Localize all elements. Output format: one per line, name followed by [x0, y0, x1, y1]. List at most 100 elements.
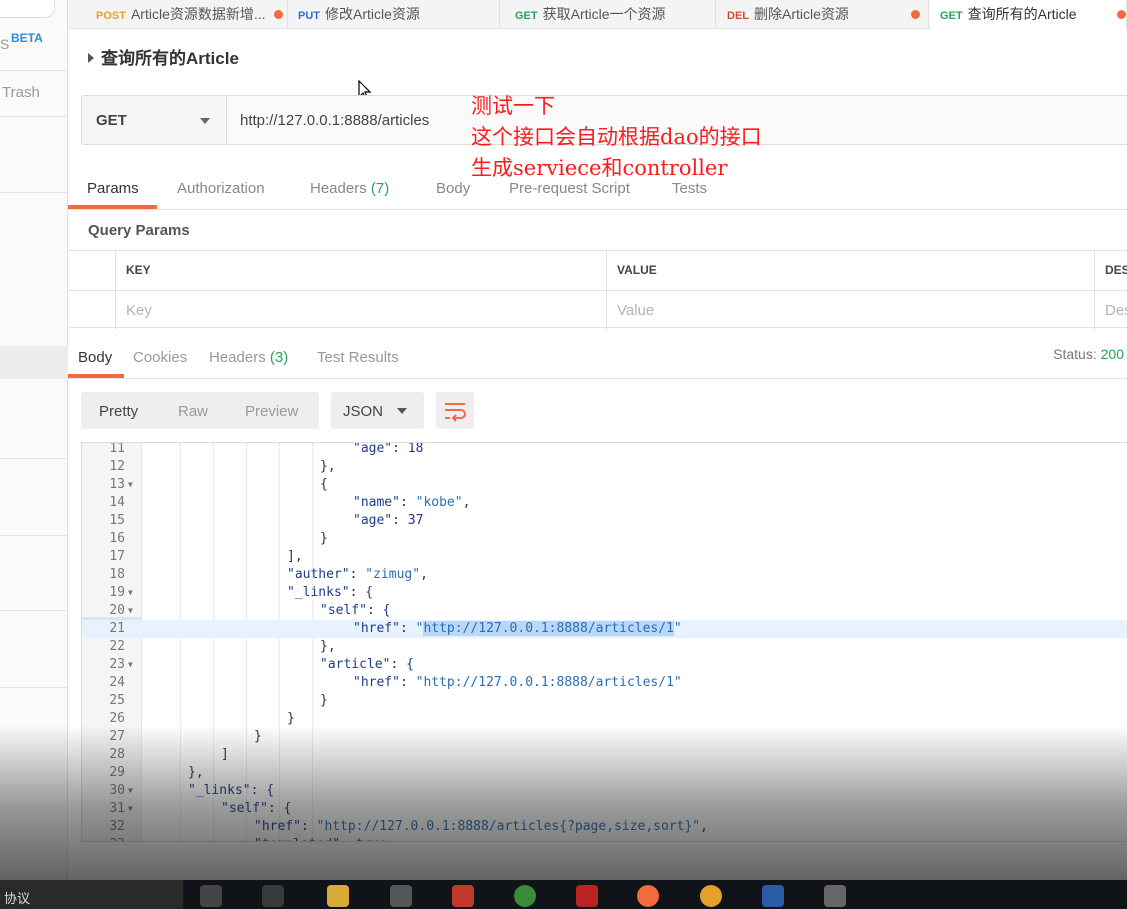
code-line: 26}	[82, 710, 1127, 728]
tab-tests[interactable]: Tests	[672, 180, 707, 197]
taskbar-app-icon[interactable]	[452, 885, 474, 907]
line-number: 12	[109, 459, 125, 474]
code-text: "age": 18	[353, 442, 424, 456]
wrap-lines-icon	[445, 403, 466, 422]
view-pretty-button[interactable]: Pretty	[99, 403, 138, 420]
view-preview-button[interactable]: Preview	[245, 403, 298, 420]
code-text: "article": {	[320, 657, 414, 672]
method-select[interactable]: GET	[81, 95, 227, 145]
code-line: 22},	[82, 638, 1127, 656]
fold-arrow-icon[interactable]: ▼	[128, 602, 133, 620]
code-line: 11 "age": 18	[82, 442, 1127, 458]
tab-params[interactable]: Params	[87, 180, 139, 197]
sidebar-item-trash[interactable]: Trash	[2, 84, 40, 101]
response-body-editor[interactable]: 11 "age": 18 12}, 13 ▼{14 "name": "kobe", 15 "a…	[81, 442, 1127, 842]
wrap-lines-button[interactable]	[436, 392, 474, 429]
fold-arrow-icon[interactable]: ▼	[128, 476, 133, 494]
line-number: 19	[109, 585, 125, 600]
tab-title: 修改Article资源	[325, 6, 420, 22]
tab-authorization[interactable]: Authorization	[177, 180, 265, 197]
line-number: 32	[109, 819, 125, 834]
line-number: 13	[109, 477, 125, 492]
view-raw-button[interactable]: Raw	[178, 403, 208, 420]
code-text: }	[320, 531, 328, 546]
line-number: 33	[82, 836, 125, 841]
chrome-icon[interactable]	[514, 885, 536, 907]
taskbar-app-icon[interactable]	[824, 885, 846, 907]
key-input[interactable]: Key	[115, 291, 606, 330]
code-line: 31 ▼ "self": {	[82, 800, 1127, 818]
sidebar-divider	[0, 192, 68, 193]
code-text: "name": "kobe",	[353, 495, 471, 510]
tab-del-article[interactable]: DEL 删除Article资源	[717, 0, 929, 29]
taskbar-app-icon[interactable]	[390, 885, 412, 907]
tab-test-results[interactable]: Test Results	[317, 349, 399, 366]
code-text: {	[320, 477, 328, 492]
fold-arrow-icon[interactable]: ▼	[128, 782, 133, 800]
code-line: 16}	[82, 530, 1127, 548]
line-number: 29	[109, 765, 125, 780]
sidebar-item-selected[interactable]	[0, 346, 68, 379]
code-text: }	[320, 693, 328, 708]
tab-get-all-articles[interactable]: GET 查询所有的Article	[930, 0, 1127, 29]
code-text: },	[320, 459, 336, 474]
tab-title: Article资源数据新增...	[130, 6, 266, 22]
sidebar-divider	[0, 458, 68, 459]
sidebar: S BETA Trash	[0, 0, 68, 909]
value-input[interactable]: Value	[606, 291, 1094, 330]
postman-window: S BETA Trash POST Article资源数据新增... PUT 修改A…	[0, 0, 1127, 909]
fold-arrow-icon[interactable]: ▼	[128, 584, 133, 602]
beta-badge: BETA	[11, 31, 43, 45]
code-line: 18 "auther": "zimug",	[82, 566, 1127, 584]
description-input[interactable]: Des	[1094, 291, 1127, 330]
postman-icon[interactable]	[637, 885, 659, 907]
request-title[interactable]: 查询所有的Article	[88, 44, 239, 69]
tab-get-article-one[interactable]: GET 获取Article一个资源	[505, 0, 716, 29]
fold-arrow-icon[interactable]: ▼	[128, 800, 133, 818]
format-select[interactable]: JSON	[331, 392, 424, 429]
taskbar-app-icon[interactable]	[200, 885, 222, 907]
method-select-value: GET	[96, 112, 127, 129]
method-label: POST	[96, 10, 126, 22]
tab-body[interactable]: Body	[436, 180, 470, 197]
sidebar-search-pill[interactable]	[0, 0, 55, 18]
code-line: 20 ▼ "self": {	[82, 602, 1127, 620]
tab-response-headers[interactable]: Headers (3)	[209, 349, 288, 366]
code-text: "self": {	[221, 801, 292, 816]
code-line: 30 ▼ "_links": {	[82, 782, 1127, 800]
tab-prerequest-script[interactable]: Pre-request Script	[509, 180, 630, 197]
tab-response-cookies[interactable]: Cookies	[133, 349, 187, 366]
line-number: 28	[109, 747, 125, 762]
taskbar-text: 协议	[4, 891, 31, 906]
line-number: 30	[109, 783, 125, 798]
unsaved-dot-icon	[911, 10, 920, 19]
taskbar: 协议	[0, 880, 1127, 909]
code-text: },	[188, 765, 204, 780]
taskbar-app-icon[interactable]	[762, 885, 784, 907]
table-header-row: KEY VALUE DESC	[68, 251, 1127, 290]
fold-arrow-icon[interactable]: ▼	[128, 656, 133, 674]
line-number: 16	[109, 531, 125, 546]
code-line: 17],	[82, 548, 1127, 566]
line-number: 24	[109, 675, 125, 690]
code-line: 33 "templated": true	[82, 836, 1127, 841]
taskbar-app-icon[interactable]	[576, 885, 598, 907]
code-text: "templated": true	[254, 836, 387, 841]
format-select-value: JSON	[343, 403, 384, 420]
taskbar-app-icon[interactable]	[262, 885, 284, 907]
code-text: "_links": {	[287, 585, 374, 600]
sidebar-s-label: S	[0, 36, 10, 52]
tab-title: 删除Article资源	[754, 6, 849, 22]
tab-put-article[interactable]: PUT 修改Article资源	[288, 0, 500, 29]
tab-headers-label: Headers	[310, 180, 367, 197]
code-line: 29},	[82, 764, 1127, 782]
tab-headers[interactable]: Headers (7)	[310, 180, 389, 197]
tab-post-article-create[interactable]: POST Article资源数据新增...	[86, 0, 288, 29]
line-number: 25	[109, 693, 125, 708]
tab-title: 获取Article一个资源	[542, 6, 666, 22]
tab-response-body[interactable]: Body	[78, 349, 112, 366]
folder-icon[interactable]	[327, 885, 349, 907]
taskbar-app-icon[interactable]	[700, 885, 722, 907]
line-number: 23	[109, 657, 125, 672]
params-table: KEY VALUE DESC Key Value Des	[68, 250, 1127, 330]
